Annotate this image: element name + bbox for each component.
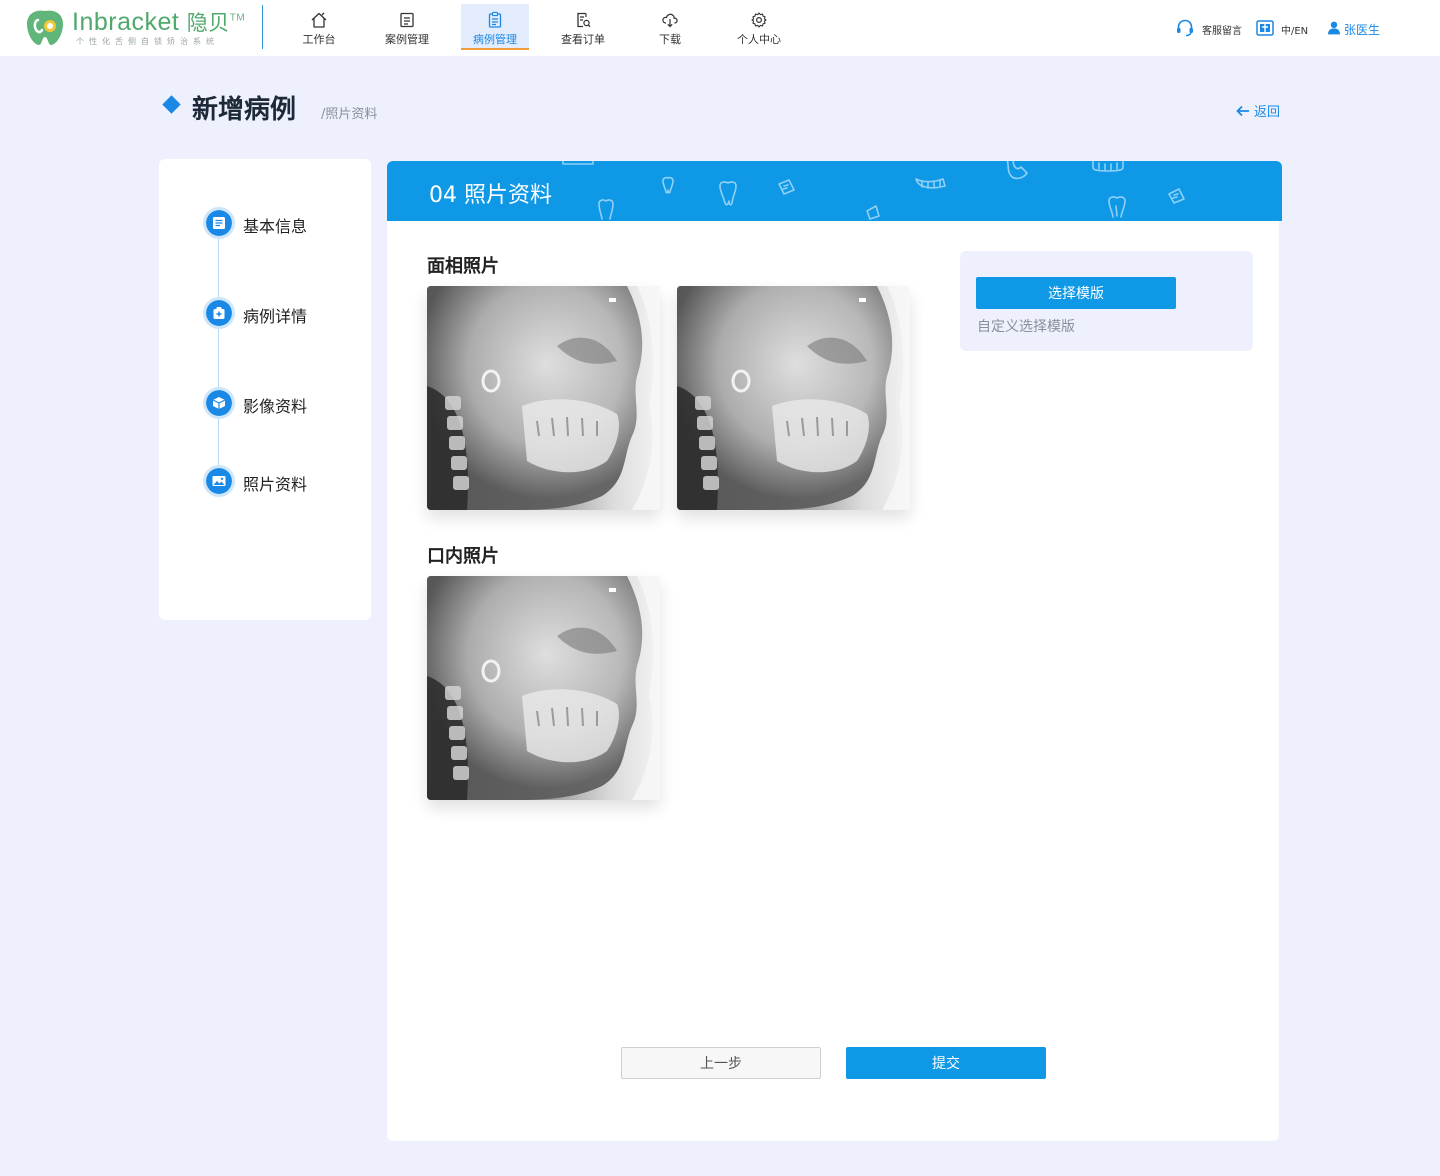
page-header: 新增病例 /照片资料 返回 [160, 88, 1280, 128]
nav-label: 工作台 [302, 33, 336, 46]
select-template-button[interactable]: 选择模版 [976, 277, 1176, 309]
image-icon [212, 476, 226, 486]
back-link[interactable]: 返回 [1235, 101, 1280, 120]
photo-form-card: 04 照片资料 面相照片 口内照片 选择模版 自定义选择模版 上一步 提交 [387, 161, 1282, 1141]
template-hint: 自定义选择模版 [977, 319, 1075, 335]
cloud-download-icon [662, 13, 678, 28]
nav-workbench[interactable]: 工作台 [285, 4, 353, 50]
nav-orders[interactable]: 查看订单 [549, 4, 617, 50]
user-menu[interactable]: 张医生 [1326, 16, 1382, 40]
nav-patient-cases[interactable]: 病例管理 [461, 4, 529, 50]
submit-button[interactable]: 提交 [846, 1047, 1046, 1079]
clipboard-icon [488, 11, 502, 28]
language-icon [1256, 20, 1274, 36]
medical-case-icon [213, 307, 225, 319]
face-photos-heading: 面相照片 [427, 256, 499, 277]
section-banner: 04 照片资料 [387, 161, 1282, 221]
face-photo-thumbnail[interactable] [677, 286, 910, 510]
gear-icon [751, 12, 767, 28]
case-list-icon [400, 12, 414, 28]
nav-download[interactable]: 下载 [636, 4, 704, 50]
xray-image [427, 286, 660, 510]
arrow-left-icon [1236, 105, 1249, 117]
brand-logo[interactable]: Inbracket 隐贝TM 个性化舌侧自锁矫治系统 [24, 4, 264, 50]
face-photo-thumbnail[interactable] [427, 286, 660, 510]
intraoral-photos-heading: 口内照片 [427, 546, 499, 567]
headset-icon [1177, 19, 1193, 37]
intraoral-photo-thumbnail[interactable] [427, 576, 660, 800]
logo-divider [262, 5, 263, 49]
tooth-logo-icon [27, 10, 63, 46]
nav-label: 查看订单 [561, 33, 605, 46]
title-diamond-icon [162, 95, 181, 114]
cube-icon [212, 397, 226, 409]
breadcrumb: /照片资料 [321, 107, 378, 122]
page-title: 新增病例 [192, 95, 297, 125]
step-label: 基本信息 [243, 217, 308, 236]
form-icon [213, 217, 225, 229]
steps-connector [218, 225, 219, 485]
nav-label: 案例管理 [385, 33, 429, 46]
nav-label: 个人中心 [737, 33, 781, 46]
order-search-icon [577, 12, 591, 28]
step-label: 影像资料 [243, 397, 308, 416]
language-switch[interactable]: 中/EN [1255, 16, 1308, 40]
xray-image [427, 576, 660, 800]
brand-name: Inbracket 隐贝TM [72, 8, 246, 36]
template-panel: 选择模版 自定义选择模版 [960, 251, 1253, 351]
nav-cases[interactable]: 案例管理 [373, 4, 441, 50]
back-label: 返回 [1253, 105, 1280, 120]
brand-tagline: 个性化舌侧自锁矫治系统 [76, 37, 219, 46]
nav-profile[interactable]: 个人中心 [725, 4, 793, 50]
home-icon [311, 12, 327, 28]
step-label: 病例详情 [243, 307, 308, 326]
nav-label: 病例管理 [473, 33, 517, 46]
banner-title: 04 照片资料 [429, 183, 552, 208]
step-label: 照片资料 [243, 475, 308, 494]
xray-image [677, 286, 910, 510]
prev-step-button[interactable]: 上一步 [621, 1047, 821, 1079]
customer-service-link[interactable]: 客服留言 [1175, 16, 1242, 40]
steps-panel: 基本信息 病例详情 影像资料 照片资料 [159, 159, 371, 620]
nav-label: 下载 [659, 33, 681, 46]
user-icon [1328, 21, 1340, 35]
top-navbar: Inbracket 隐贝TM 个性化舌侧自锁矫治系统 工作台 案例管理 病例管理… [0, 0, 1440, 56]
